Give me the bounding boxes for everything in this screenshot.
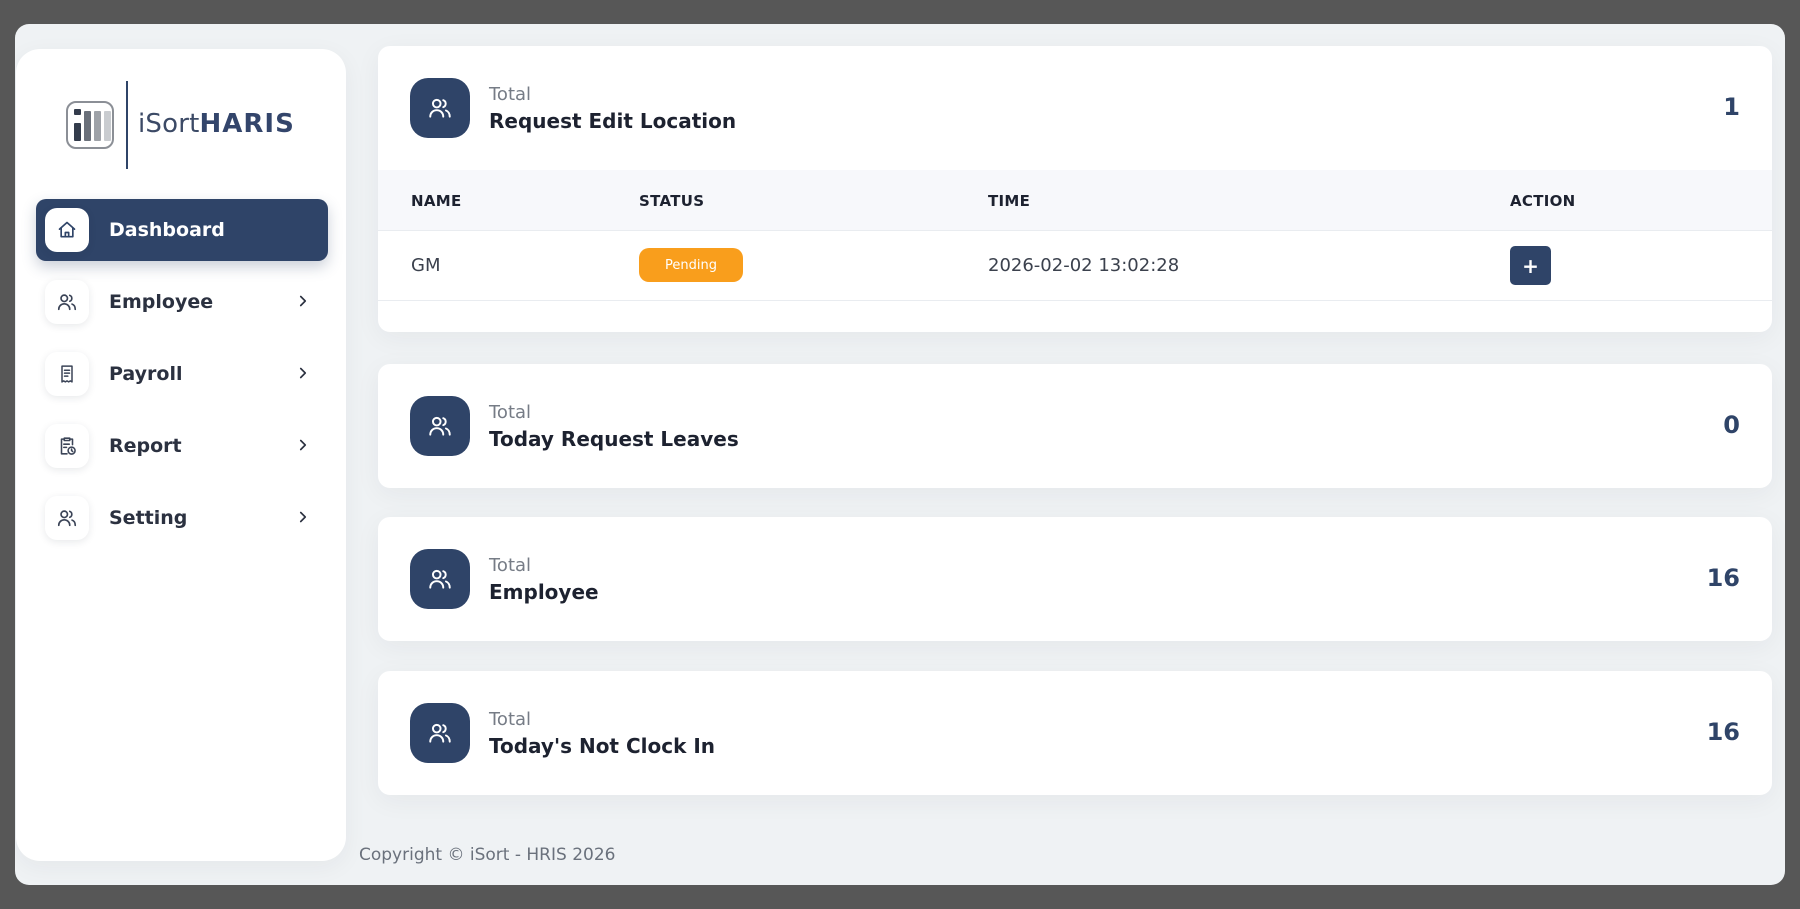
users-icon — [410, 703, 470, 763]
copyright-footer: Copyright © iSort - HRIS 2026 — [359, 845, 616, 865]
users-icon — [410, 396, 470, 456]
chevron-right-icon — [299, 295, 307, 307]
chevron-right-icon — [299, 367, 307, 379]
request-table: NAME STATUS TIME ACTION GM Pending 2026-… — [378, 170, 1772, 332]
brand-logo[interactable]: iSortHARIS — [66, 81, 316, 169]
card-count: 16 — [1706, 718, 1740, 746]
table-header: NAME STATUS TIME ACTION — [378, 170, 1772, 231]
chevron-right-icon — [299, 439, 307, 451]
clipboard-clock-icon — [45, 424, 89, 468]
users-icon — [410, 549, 470, 609]
home-icon — [45, 208, 89, 252]
cell-time: 2026-02-02 13:02:28 — [988, 255, 1180, 276]
sidebar-item-label: Setting — [109, 507, 188, 529]
card-title: Request Edit Location — [489, 109, 737, 133]
sidebar-nav: Dashboard Employee Payroll Report Settin… — [36, 199, 328, 559]
card-subtitle: Total — [489, 555, 532, 576]
logo-mark-icon — [66, 101, 114, 149]
add-button[interactable]: + — [1510, 246, 1551, 285]
card-subtitle: Total — [489, 709, 532, 730]
card-subtitle: Total — [489, 402, 532, 423]
sidebar-item-payroll[interactable]: Payroll — [36, 343, 328, 405]
users-icon — [410, 78, 470, 138]
card-title: Employee — [489, 580, 599, 604]
not-clock-in-card: Total Today's Not Clock In 16 — [378, 671, 1772, 795]
receipt-icon — [45, 352, 89, 396]
column-header-time: TIME — [988, 192, 1031, 210]
sidebar: iSortHARIS Dashboard Employee Payroll Re… — [16, 49, 346, 861]
sidebar-item-dashboard[interactable]: Dashboard — [36, 199, 328, 261]
card-count: 1 — [1723, 93, 1740, 121]
total-employee-card: Total Employee 16 — [378, 517, 1772, 641]
sidebar-item-report[interactable]: Report — [36, 415, 328, 477]
column-header-action: ACTION — [1510, 192, 1576, 210]
card-count: 0 — [1723, 411, 1740, 439]
table-row: GM Pending 2026-02-02 13:02:28 + — [378, 231, 1772, 301]
sidebar-item-setting[interactable]: Setting — [36, 487, 328, 549]
sidebar-item-label: Report — [109, 435, 182, 457]
cell-name: GM — [411, 255, 441, 276]
sidebar-item-employee[interactable]: Employee — [36, 271, 328, 333]
card-subtitle: Total — [489, 84, 532, 105]
today-request-leaves-card: Total Today Request Leaves 0 — [378, 364, 1772, 488]
brand-name: iSortHARIS — [138, 109, 295, 139]
sidebar-item-label: Dashboard — [109, 219, 225, 241]
column-header-status: STATUS — [639, 192, 705, 210]
sidebar-item-label: Payroll — [109, 363, 183, 385]
card-count: 16 — [1706, 564, 1740, 592]
card-title: Today Request Leaves — [489, 427, 739, 451]
request-edit-location-card: Total Request Edit Location 1 NAME STATU… — [378, 46, 1772, 332]
chevron-right-icon — [299, 511, 307, 523]
sidebar-item-label: Employee — [109, 291, 214, 313]
card-title: Today's Not Clock In — [489, 734, 716, 758]
users-icon — [45, 496, 89, 540]
users-icon — [45, 280, 89, 324]
logo-divider — [126, 81, 128, 169]
column-header-name: NAME — [411, 192, 462, 210]
status-badge: Pending — [639, 248, 743, 282]
app-window: iSortHARIS Dashboard Employee Payroll Re… — [15, 24, 1785, 885]
